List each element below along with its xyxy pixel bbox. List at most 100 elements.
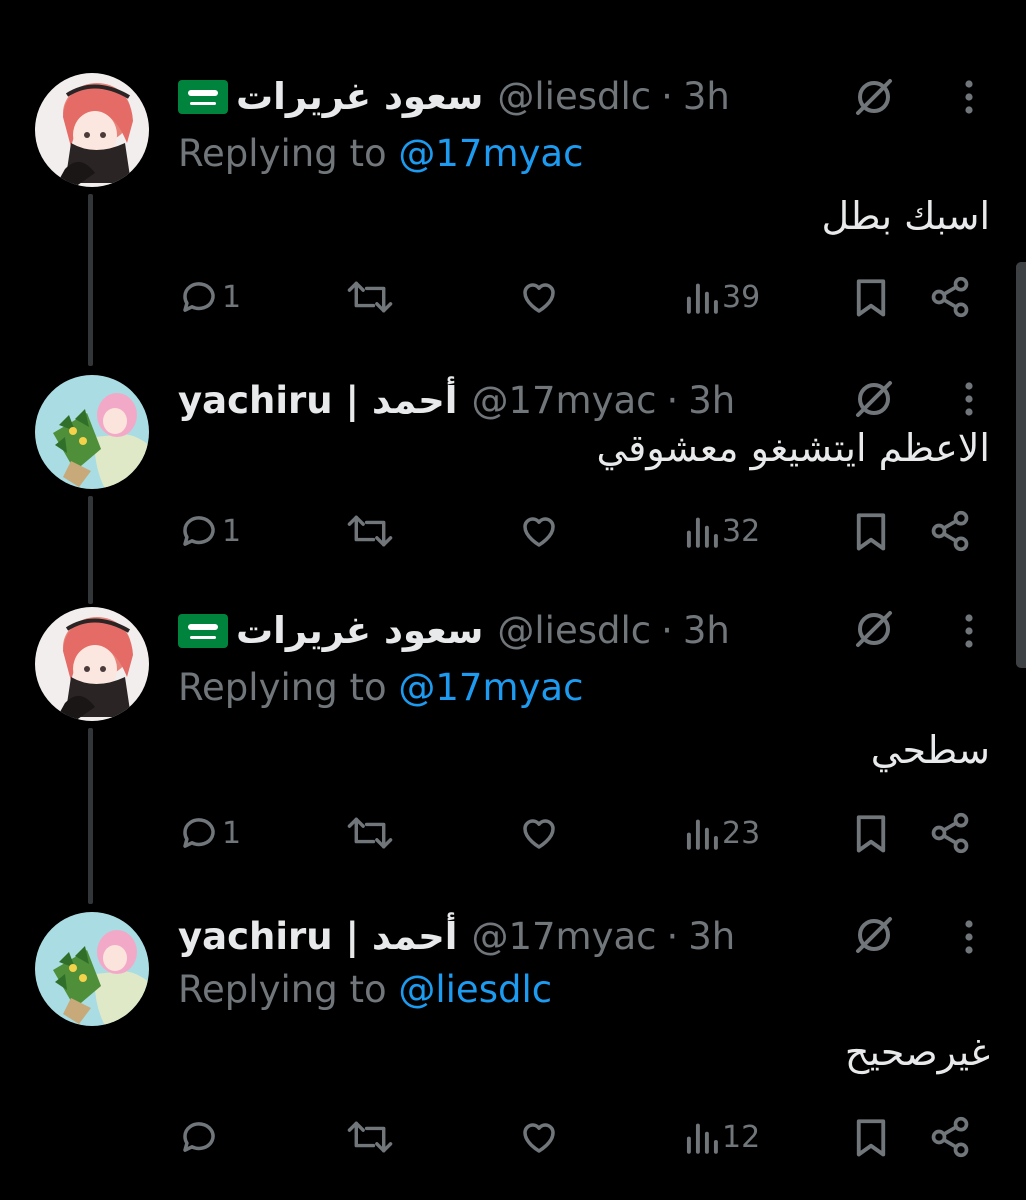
replying-to: Replying to @17myac xyxy=(178,132,583,175)
more-options-button[interactable] xyxy=(944,72,994,122)
avatar-17myac[interactable] xyxy=(35,912,149,1026)
views-icon xyxy=(686,517,718,548)
grok-button[interactable] xyxy=(849,604,899,654)
replying-to: Replying to @17myac xyxy=(178,666,583,709)
author-handle[interactable]: @liesdlc xyxy=(497,70,651,124)
share-icon xyxy=(931,276,969,318)
like-heart-icon xyxy=(523,283,555,313)
reply-count: 1 xyxy=(222,815,242,851)
tweet-text: الاعظم ايتشيغو معشوقي xyxy=(596,426,990,470)
author-name[interactable]: سعود غريرات xyxy=(236,604,483,658)
avatar-image xyxy=(35,912,149,1026)
more-options-icon xyxy=(965,614,973,648)
grok-icon xyxy=(856,611,892,647)
tweet-header: سعود غريرات @liesdlc · 3h xyxy=(178,604,730,658)
bookmark-button[interactable] xyxy=(852,272,890,322)
share-button[interactable] xyxy=(928,1112,972,1162)
tweet-text: غيرصحيح xyxy=(844,1030,990,1074)
tweet[interactable]: سعود غريرات @liesdlc · 3h Replying to @1… xyxy=(0,604,1026,866)
retweet-icon xyxy=(347,817,393,849)
like-heart-icon xyxy=(523,819,555,849)
reply-icon xyxy=(183,1122,215,1152)
reply-button[interactable]: 1 xyxy=(178,808,241,858)
replying-mention[interactable]: @17myac xyxy=(398,132,583,175)
timestamp[interactable]: 3h xyxy=(688,374,735,428)
reply-button[interactable] xyxy=(178,1112,222,1162)
separator-dot: · xyxy=(661,609,673,652)
tweet[interactable]: سعود غريرات @liesdlc · 3h Replying to @1… xyxy=(0,70,1026,332)
view-count: 12 xyxy=(722,1119,761,1155)
tweet-header: سعود غريرات @liesdlc · 3h xyxy=(178,70,730,124)
author-handle[interactable]: @17myac xyxy=(471,374,656,428)
retweet-button[interactable] xyxy=(346,808,394,858)
avatar-liesdlc[interactable] xyxy=(35,607,149,721)
replying-prefix: Replying to xyxy=(178,666,387,709)
author-name[interactable]: yachiru | أحمد xyxy=(178,374,457,428)
bookmark-button[interactable] xyxy=(852,808,890,858)
more-options-button[interactable] xyxy=(944,374,994,424)
share-icon xyxy=(931,1116,969,1158)
timestamp[interactable]: 3h xyxy=(683,604,730,658)
like-button[interactable] xyxy=(518,272,560,322)
share-button[interactable] xyxy=(928,506,972,556)
bookmark-button[interactable] xyxy=(852,506,890,556)
views-button[interactable]: 23 xyxy=(684,808,760,858)
retweet-button[interactable] xyxy=(346,506,394,556)
view-count: 23 xyxy=(722,815,761,851)
grok-button[interactable] xyxy=(849,72,899,122)
replying-prefix: Replying to xyxy=(178,968,387,1011)
retweet-icon xyxy=(347,1121,393,1153)
author-name[interactable]: yachiru | أحمد xyxy=(178,910,457,964)
like-heart-icon xyxy=(523,1123,555,1153)
grok-icon xyxy=(856,917,892,953)
retweet-icon xyxy=(347,281,393,313)
replying-prefix: Replying to xyxy=(178,132,387,175)
tweet-actions: 1 39 xyxy=(0,272,1026,322)
tweet[interactable]: yachiru | أحمد @17myac · 3h Replying to … xyxy=(0,910,1026,1170)
retweet-button[interactable] xyxy=(346,272,394,322)
reply-count: 1 xyxy=(222,279,242,315)
more-options-button[interactable] xyxy=(944,912,994,962)
replying-mention[interactable]: @liesdlc xyxy=(398,968,552,1011)
view-count: 39 xyxy=(722,279,761,315)
like-button[interactable] xyxy=(518,1112,560,1162)
views-button[interactable]: 12 xyxy=(684,1112,760,1162)
grok-button[interactable] xyxy=(849,374,899,424)
timestamp[interactable]: 3h xyxy=(683,70,730,124)
tweet-text: اسبك بطل xyxy=(821,194,991,238)
reply-icon xyxy=(183,282,215,312)
avatar-image xyxy=(35,375,149,489)
views-icon xyxy=(686,283,718,314)
bookmark-icon xyxy=(856,513,886,551)
reply-button[interactable]: 1 xyxy=(178,272,241,322)
avatar-17myac[interactable] xyxy=(35,375,149,489)
like-heart-icon xyxy=(523,517,555,547)
retweet-button[interactable] xyxy=(346,1112,394,1162)
timestamp[interactable]: 3h xyxy=(688,910,735,964)
share-button[interactable] xyxy=(928,272,972,322)
bookmark-button[interactable] xyxy=(852,1112,890,1162)
views-icon xyxy=(686,1123,718,1154)
avatar-image xyxy=(35,607,149,721)
more-options-button[interactable] xyxy=(944,606,994,656)
scrollbar[interactable] xyxy=(1016,262,1026,668)
author-name[interactable]: سعود غريرات xyxy=(236,70,483,124)
tweet-header: yachiru | أحمد @17myac · 3h xyxy=(178,374,735,428)
replying-mention[interactable]: @17myac xyxy=(398,666,583,709)
reply-button[interactable]: 1 xyxy=(178,506,241,556)
author-handle[interactable]: @liesdlc xyxy=(497,604,651,658)
tweet-header: yachiru | أحمد @17myac · 3h xyxy=(178,910,735,964)
more-options-icon xyxy=(965,80,973,114)
tweet[interactable]: yachiru | أحمد @17myac · 3h الاعظم ايتشي… xyxy=(0,374,1026,574)
views-button[interactable]: 32 xyxy=(684,506,760,556)
separator-dot: · xyxy=(661,75,673,118)
like-button[interactable] xyxy=(518,808,560,858)
grok-icon xyxy=(856,381,892,417)
share-button[interactable] xyxy=(928,808,972,858)
grok-button[interactable] xyxy=(849,910,899,960)
bookmark-icon xyxy=(856,1119,886,1157)
author-handle[interactable]: @17myac xyxy=(471,910,656,964)
views-button[interactable]: 39 xyxy=(684,272,760,322)
like-button[interactable] xyxy=(518,506,560,556)
avatar-liesdlc[interactable] xyxy=(35,73,149,187)
